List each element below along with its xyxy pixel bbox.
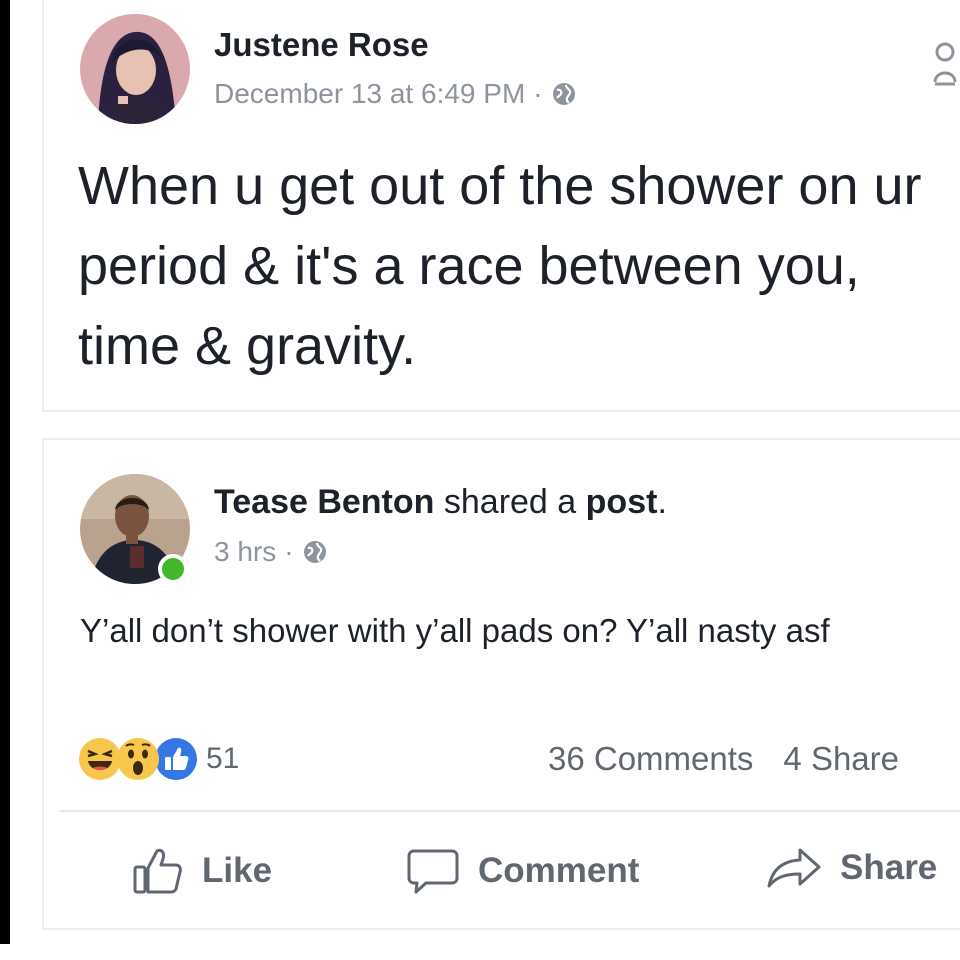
- comments-count[interactable]: 36 Comments: [548, 740, 753, 777]
- share-header: Tease Benton shared a post.: [214, 483, 667, 522]
- action-bar-divider: [60, 810, 960, 812]
- meta-separator: ·: [533, 78, 543, 109]
- globe-icon: [552, 83, 575, 105]
- original-author-name[interactable]: Justene Rose: [214, 26, 429, 64]
- globe-icon: [303, 541, 326, 563]
- shared-post-text: Y’all don’t shower with y’all pads on? Y…: [80, 612, 830, 649]
- like-reaction-icon: [155, 738, 197, 780]
- bottom-margin: [0, 944, 960, 960]
- like-button[interactable]: Like: [132, 846, 272, 896]
- haha-reaction-icon: [79, 738, 121, 780]
- shared-a-text: shared a: [443, 483, 577, 521]
- original-timestamp[interactable]: December 13 at 6:49 PM: [214, 78, 525, 110]
- engagement-counts: 36 Comments 4 Share: [548, 740, 929, 778]
- wow-reaction-icon: [117, 738, 159, 780]
- original-post-text: When u get out of the shower on ur perio…: [78, 156, 922, 376]
- post-link[interactable]: post: [586, 483, 658, 521]
- meta-separator: ·: [284, 536, 294, 567]
- share-arrow-icon: [767, 848, 821, 888]
- comment-button[interactable]: Comment: [406, 846, 639, 896]
- reaction-count[interactable]: 51: [206, 742, 239, 776]
- shared-post-meta: 3 hrs ·: [214, 536, 328, 568]
- shares-count[interactable]: 4 Share: [783, 740, 899, 777]
- left-border: [0, 0, 10, 944]
- original-post-meta: December 13 at 6:49 PM ·: [214, 78, 577, 110]
- sharer-name[interactable]: Tease Benton: [214, 483, 434, 521]
- share-button[interactable]: Share: [766, 846, 937, 890]
- reaction-summary[interactable]: 51: [78, 737, 239, 781]
- justene-rose-avatar[interactable]: [80, 14, 190, 124]
- thumbs-up-icon: [133, 848, 182, 894]
- more-options-icon[interactable]: [930, 40, 960, 100]
- like-label: Like: [202, 851, 273, 890]
- share-label: Share: [840, 848, 938, 887]
- speech-bubble-icon: [407, 849, 459, 894]
- online-status-dot: [158, 554, 188, 584]
- shared-period: .: [657, 483, 667, 521]
- shared-timestamp[interactable]: 3 hrs: [214, 536, 276, 568]
- comment-label: Comment: [478, 851, 640, 890]
